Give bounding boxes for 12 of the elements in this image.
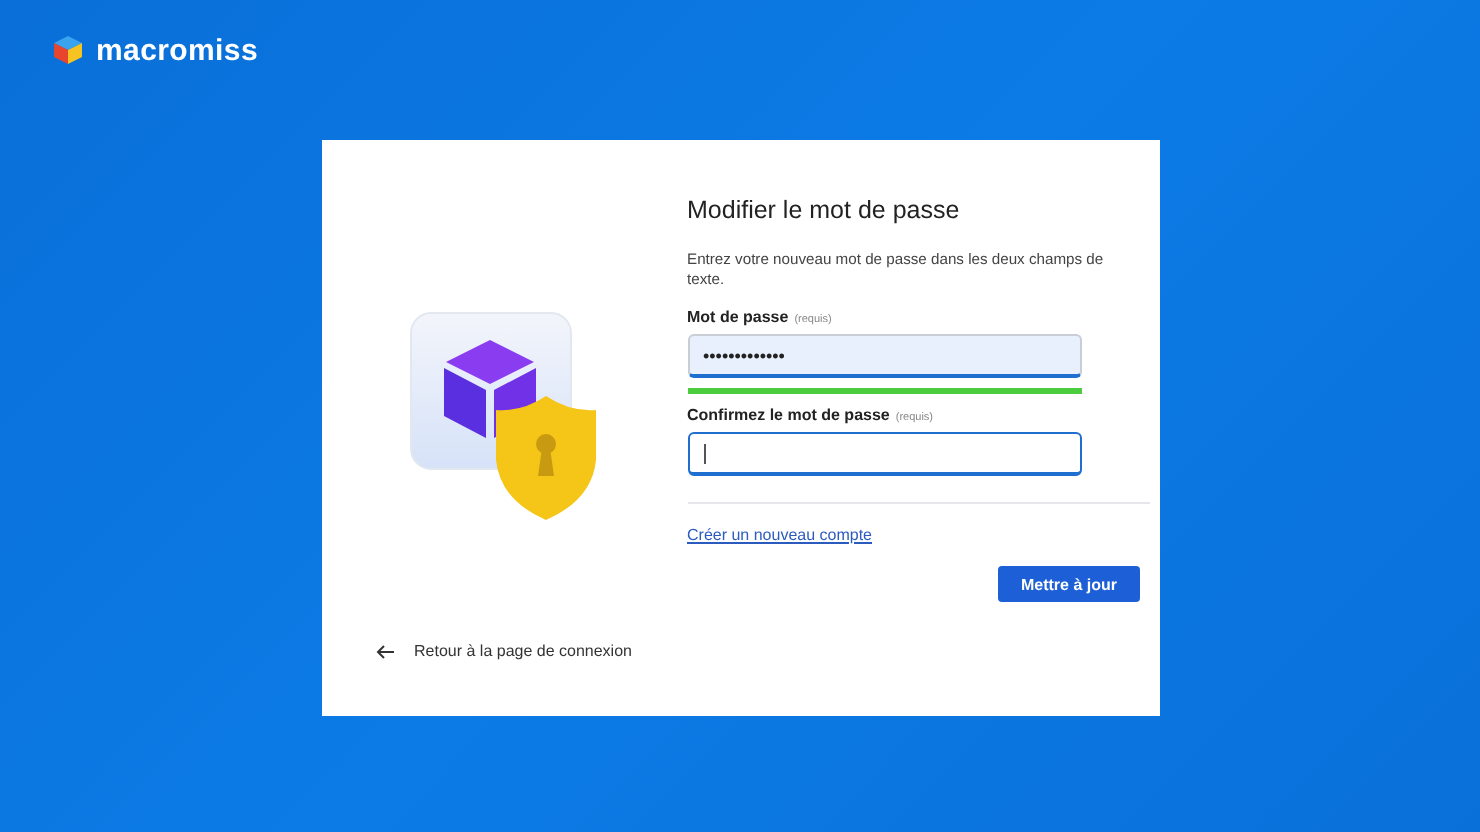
field-label: Mot de passe — [687, 308, 789, 326]
back-to-login-link[interactable]: Retour à la page de connexion — [376, 642, 632, 660]
create-account-link[interactable]: Créer un nouveau compte — [687, 526, 872, 544]
cube-logo-icon — [52, 34, 84, 66]
password-field[interactable] — [687, 432, 1081, 476]
password-field[interactable]: ••••••••••••• — [687, 334, 1081, 378]
text-cursor — [703, 443, 705, 463]
left-arrow-icon — [376, 643, 397, 659]
form-title: Modifier le mot de passe — [687, 196, 962, 224]
field-label: Confirmez le mot de passe — [687, 406, 890, 424]
brand-name: macromiss — [96, 33, 259, 67]
update-button[interactable]: Mettre à jour — [998, 566, 1139, 602]
